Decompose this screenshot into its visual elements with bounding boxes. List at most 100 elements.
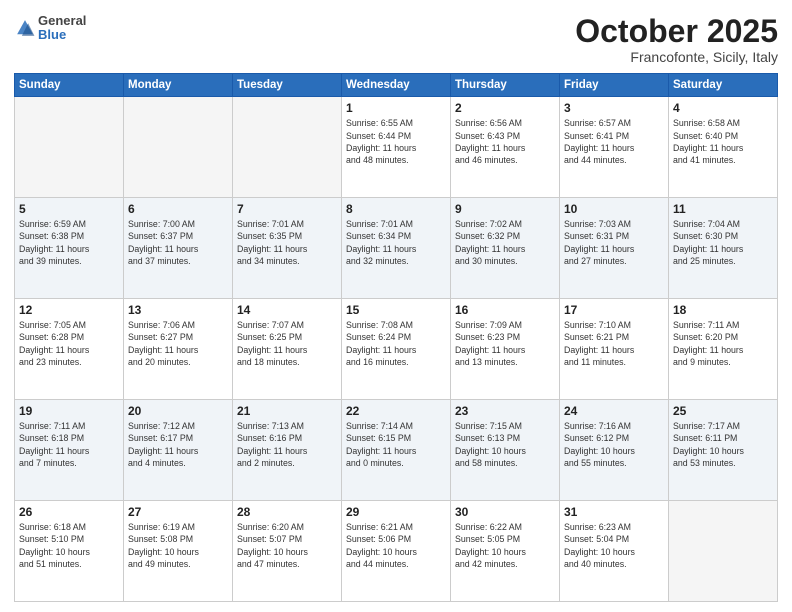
logo-text: General Blue [38, 14, 86, 43]
table-row: 12 Sunrise: 7:05 AM Sunset: 6:28 PM Dayli… [15, 299, 124, 400]
header-monday: Monday [124, 74, 233, 97]
table-row [669, 501, 778, 602]
location: Francofonte, Sicily, Italy [575, 49, 778, 65]
cell-day-number: 2 [455, 101, 555, 115]
cell-day-number: 12 [19, 303, 119, 317]
cell-info: Sunrise: 7:04 AM Sunset: 6:30 PM Dayligh… [673, 218, 773, 267]
table-row: 20 Sunrise: 7:12 AM Sunset: 6:17 PM Dayli… [124, 400, 233, 501]
header-wednesday: Wednesday [342, 74, 451, 97]
table-row: 18 Sunrise: 7:11 AM Sunset: 6:20 PM Dayli… [669, 299, 778, 400]
cell-info: Sunrise: 7:12 AM Sunset: 6:17 PM Dayligh… [128, 420, 228, 469]
cell-day-number: 14 [237, 303, 337, 317]
calendar-week-row: 19 Sunrise: 7:11 AM Sunset: 6:18 PM Dayli… [15, 400, 778, 501]
cell-day-number: 30 [455, 505, 555, 519]
page: General Blue October 2025 Francofonte, S… [0, 0, 792, 612]
table-row: 2 Sunrise: 6:56 AM Sunset: 6:43 PM Daylig… [451, 97, 560, 198]
table-row: 19 Sunrise: 7:11 AM Sunset: 6:18 PM Dayli… [15, 400, 124, 501]
cell-day-number: 19 [19, 404, 119, 418]
cell-day-number: 18 [673, 303, 773, 317]
cell-info: Sunrise: 6:56 AM Sunset: 6:43 PM Dayligh… [455, 117, 555, 166]
cell-info: Sunrise: 7:08 AM Sunset: 6:24 PM Dayligh… [346, 319, 446, 368]
table-row: 29 Sunrise: 6:21 AM Sunset: 5:06 PM Dayli… [342, 501, 451, 602]
table-row: 13 Sunrise: 7:06 AM Sunset: 6:27 PM Dayli… [124, 299, 233, 400]
cell-day-number: 9 [455, 202, 555, 216]
cell-day-number: 29 [346, 505, 446, 519]
table-row: 21 Sunrise: 7:13 AM Sunset: 6:16 PM Dayli… [233, 400, 342, 501]
month-title: October 2025 [575, 14, 778, 49]
cell-info: Sunrise: 6:20 AM Sunset: 5:07 PM Dayligh… [237, 521, 337, 570]
cell-info: Sunrise: 7:01 AM Sunset: 6:35 PM Dayligh… [237, 218, 337, 267]
calendar-table: Sunday Monday Tuesday Wednesday Thursday… [14, 73, 778, 602]
table-row: 27Sunrise: 6:19 AM Sunset: 5:08 PM Dayli… [124, 501, 233, 602]
cell-day-number: 21 [237, 404, 337, 418]
cell-day-number: 10 [564, 202, 664, 216]
cell-info: Sunrise: 7:10 AM Sunset: 6:21 PM Dayligh… [564, 319, 664, 368]
table-row: 3 Sunrise: 6:57 AM Sunset: 6:41 PM Daylig… [560, 97, 669, 198]
cell-day-number: 3 [564, 101, 664, 115]
table-row [233, 97, 342, 198]
calendar-week-row: 12 Sunrise: 7:05 AM Sunset: 6:28 PM Dayli… [15, 299, 778, 400]
cell-info: Sunrise: 6:18 AM Sunset: 5:10 PM Dayligh… [19, 521, 119, 570]
cell-info: Sunrise: 7:00 AM Sunset: 6:37 PM Dayligh… [128, 218, 228, 267]
cell-info: Sunrise: 7:11 AM Sunset: 6:18 PM Dayligh… [19, 420, 119, 469]
table-row: 25 Sunrise: 7:17 AM Sunset: 6:11 PM Dayli… [669, 400, 778, 501]
logo-icon [14, 17, 36, 39]
cell-day-number: 1 [346, 101, 446, 115]
calendar-week-row: 5Sunrise: 6:59 AM Sunset: 6:38 PM Daylig… [15, 198, 778, 299]
cell-day-number: 13 [128, 303, 228, 317]
header-saturday: Saturday [669, 74, 778, 97]
table-row: 14 Sunrise: 7:07 AM Sunset: 6:25 PM Dayli… [233, 299, 342, 400]
table-row: 26Sunrise: 6:18 AM Sunset: 5:10 PM Dayli… [15, 501, 124, 602]
cell-info: Sunrise: 7:16 AM Sunset: 6:12 PM Dayligh… [564, 420, 664, 469]
table-row: 8 Sunrise: 7:01 AM Sunset: 6:34 PM Daylig… [342, 198, 451, 299]
cell-info: Sunrise: 7:17 AM Sunset: 6:11 PM Dayligh… [673, 420, 773, 469]
cell-day-number: 31 [564, 505, 664, 519]
cell-info: Sunrise: 6:19 AM Sunset: 5:08 PM Dayligh… [128, 521, 228, 570]
cell-day-number: 16 [455, 303, 555, 317]
logo-blue: Blue [38, 27, 66, 42]
table-row: 10 Sunrise: 7:03 AM Sunset: 6:31 PM Dayli… [560, 198, 669, 299]
cell-day-number: 28 [237, 505, 337, 519]
cell-info: Sunrise: 7:03 AM Sunset: 6:31 PM Dayligh… [564, 218, 664, 267]
cell-info: Sunrise: 6:21 AM Sunset: 5:06 PM Dayligh… [346, 521, 446, 570]
cell-info: Sunrise: 7:11 AM Sunset: 6:20 PM Dayligh… [673, 319, 773, 368]
cell-info: Sunrise: 7:09 AM Sunset: 6:23 PM Dayligh… [455, 319, 555, 368]
cell-info: Sunrise: 6:58 AM Sunset: 6:40 PM Dayligh… [673, 117, 773, 166]
calendar-week-row: 26Sunrise: 6:18 AM Sunset: 5:10 PM Dayli… [15, 501, 778, 602]
table-row: 15 Sunrise: 7:08 AM Sunset: 6:24 PM Dayli… [342, 299, 451, 400]
logo-general: General [38, 13, 86, 28]
table-row: 6Sunrise: 7:00 AM Sunset: 6:37 PM Daylig… [124, 198, 233, 299]
header-tuesday: Tuesday [233, 74, 342, 97]
table-row: 1 Sunrise: 6:55 AM Sunset: 6:44 PM Daylig… [342, 97, 451, 198]
cell-info: Sunrise: 6:57 AM Sunset: 6:41 PM Dayligh… [564, 117, 664, 166]
cell-info: Sunrise: 6:59 AM Sunset: 6:38 PM Dayligh… [19, 218, 119, 267]
cell-day-number: 22 [346, 404, 446, 418]
cell-info: Sunrise: 7:01 AM Sunset: 6:34 PM Dayligh… [346, 218, 446, 267]
cell-info: Sunrise: 7:06 AM Sunset: 6:27 PM Dayligh… [128, 319, 228, 368]
cell-info: Sunrise: 7:13 AM Sunset: 6:16 PM Dayligh… [237, 420, 337, 469]
cell-day-number: 11 [673, 202, 773, 216]
cell-day-number: 25 [673, 404, 773, 418]
cell-day-number: 17 [564, 303, 664, 317]
calendar-header-row: Sunday Monday Tuesday Wednesday Thursday… [15, 74, 778, 97]
cell-day-number: 7 [237, 202, 337, 216]
calendar-week-row: 1 Sunrise: 6:55 AM Sunset: 6:44 PM Daylig… [15, 97, 778, 198]
table-row: 31 Sunrise: 6:23 AM Sunset: 5:04 PM Dayli… [560, 501, 669, 602]
cell-day-number: 15 [346, 303, 446, 317]
cell-day-number: 20 [128, 404, 228, 418]
cell-info: Sunrise: 7:07 AM Sunset: 6:25 PM Dayligh… [237, 319, 337, 368]
table-row: 17 Sunrise: 7:10 AM Sunset: 6:21 PM Dayli… [560, 299, 669, 400]
table-row: 4Sunrise: 6:58 AM Sunset: 6:40 PM Daylig… [669, 97, 778, 198]
table-row: 30Sunrise: 6:22 AM Sunset: 5:05 PM Dayli… [451, 501, 560, 602]
title-block: October 2025 Francofonte, Sicily, Italy [575, 14, 778, 65]
table-row: 9Sunrise: 7:02 AM Sunset: 6:32 PM Daylig… [451, 198, 560, 299]
cell-info: Sunrise: 6:23 AM Sunset: 5:04 PM Dayligh… [564, 521, 664, 570]
header-friday: Friday [560, 74, 669, 97]
cell-day-number: 8 [346, 202, 446, 216]
table-row [15, 97, 124, 198]
header-sunday: Sunday [15, 74, 124, 97]
table-row: 7 Sunrise: 7:01 AM Sunset: 6:35 PM Daylig… [233, 198, 342, 299]
cell-info: Sunrise: 7:05 AM Sunset: 6:28 PM Dayligh… [19, 319, 119, 368]
table-row: 23Sunrise: 7:15 AM Sunset: 6:13 PM Dayli… [451, 400, 560, 501]
cell-info: Sunrise: 6:55 AM Sunset: 6:44 PM Dayligh… [346, 117, 446, 166]
